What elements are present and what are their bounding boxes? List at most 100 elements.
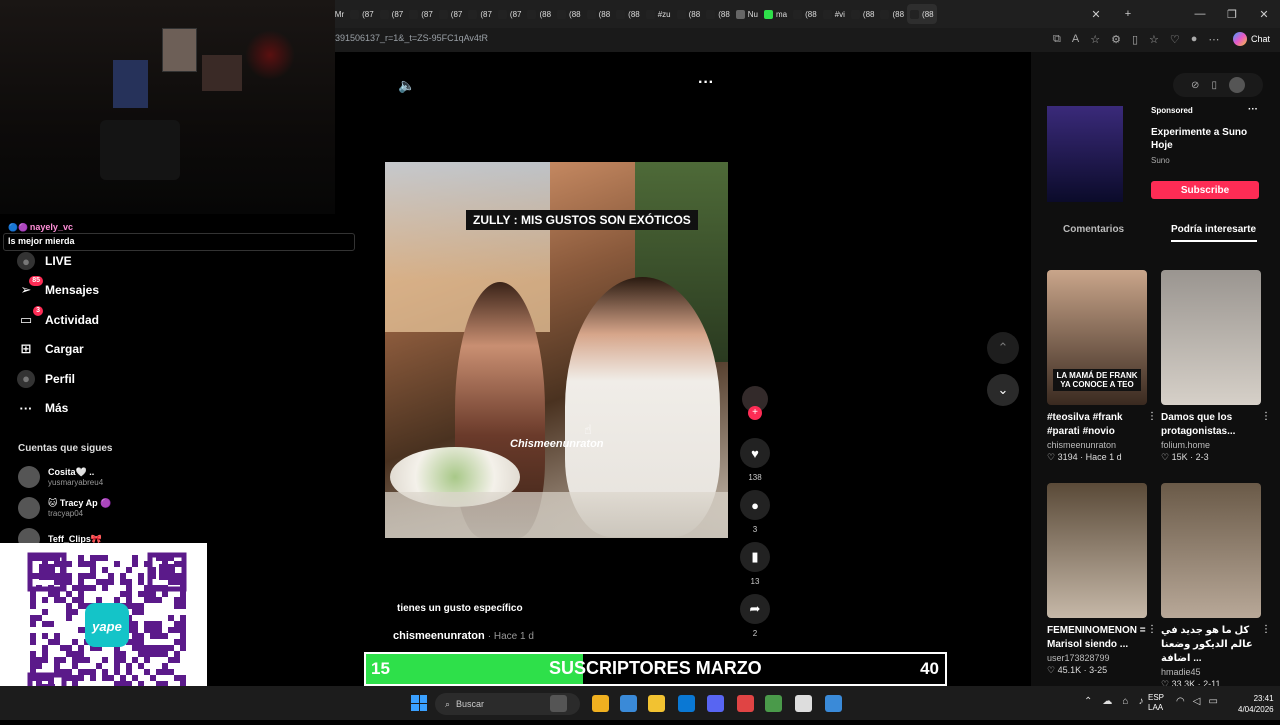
menu-dots-icon[interactable]: ⋯ [1208,33,1219,46]
tab-comments[interactable]: Comentarios [1063,224,1124,235]
browser-tab[interactable]: Nu [733,4,761,24]
action-share[interactable]: ➦ 2 [739,594,771,638]
card-more-icon[interactable]: ⋮ [1147,624,1157,652]
sidebar-item-actividad[interactable]: ▭ 3 Actividad [17,305,99,329]
next-video-button[interactable]: ⌄ [987,374,1019,406]
browser-tab[interactable]: (88 [877,4,907,24]
card-thumbnail[interactable] [1161,483,1261,618]
followed-account[interactable]: 🐱 Tracy Ap 🟣 tracyap04 [18,497,111,519]
browser-tab[interactable]: (87 [347,4,377,24]
browser-tab[interactable]: (87 [406,4,436,24]
copilot-app-icon[interactable] [648,695,665,712]
follow-plus-icon[interactable]: + [748,406,762,420]
previous-video-button[interactable]: ⌃ [987,332,1019,364]
close-window-button[interactable]: ✕ [1248,8,1280,21]
tf-app-icon[interactable] [765,695,782,712]
volume-tray-icon[interactable]: ◁ [1193,696,1201,707]
sidebar-item-más[interactable]: ··· Más [17,399,69,417]
card-more-icon[interactable]: ⋮ [1147,411,1157,439]
user-avatar[interactable] [1228,77,1245,93]
browser-tab[interactable]: (87 [436,4,466,24]
browser-tab[interactable]: (88 [907,4,937,24]
browser-tab[interactable]: ma [761,4,790,24]
subscribe-button[interactable]: Subscribe [1151,181,1259,199]
ad-more-icon[interactable]: ··· [1248,104,1258,115]
video-author[interactable]: chismeenunraton · Hace 1 d [393,630,534,642]
split-icon[interactable]: ▯ [1132,33,1138,46]
browser-tab[interactable]: (87 [495,4,525,24]
comment-icon[interactable]: ● [740,490,770,520]
recommended-video-card[interactable]: كل ما هو جديد في عالم الديكور وضعنا اضاف… [1161,483,1271,690]
chatgpt-icon[interactable] [825,695,842,712]
card-more-icon[interactable]: ⋮ [1261,411,1271,439]
browser-tab[interactable]: (88 [584,4,614,24]
card-title[interactable]: #teosilva #frank #parati #novio [1047,411,1147,439]
card-username[interactable]: folium.home [1161,440,1271,450]
maximize-button[interactable]: ❐ [1216,8,1248,21]
character-icon[interactable] [550,695,567,712]
microphone-icon[interactable]: ♪ [1138,696,1143,707]
card-username[interactable]: hmadie45 [1161,667,1271,677]
share-icon[interactable]: ➦ [740,594,770,624]
new-tab-button[interactable]: + [1112,8,1144,20]
browser-tab[interactable]: #vi [820,4,848,24]
browser-tab[interactable]: #zu [643,4,674,24]
card-thumbnail[interactable]: LA MAMÁ DE FRANK YA CONOCE A TEO [1047,270,1147,405]
task-view-icon[interactable] [592,695,609,712]
favorite-star-icon[interactable]: ☆ [1090,33,1100,46]
translate-icon[interactable]: A [1072,33,1079,46]
minimize-button[interactable]: — [1184,8,1216,20]
card-title[interactable]: كل ما هو جديد في عالم الديكور وضعنا اضاف… [1161,624,1261,666]
sidebar-item-live[interactable]: ● LIVE [17,252,72,270]
browser-tab[interactable]: (88 [703,4,733,24]
action-comment[interactable]: ● 3 [739,490,771,534]
open-external-icon[interactable]: ⧉ [1053,33,1061,46]
language-indicator[interactable]: ESP LAA [1148,693,1164,713]
file-explorer-icon[interactable] [678,695,695,712]
recommended-video-card[interactable]: FEMENINOMENON = Marisol siendo ... ⋮ user1… [1047,483,1157,676]
edge-icon[interactable] [707,695,724,712]
network-icon[interactable]: ⌂ [1122,696,1128,707]
video-more-icon[interactable]: ··· [698,74,714,92]
phone-icon[interactable]: ▯ [1211,80,1217,91]
card-title[interactable]: FEMENINOMENON = Marisol siendo ... [1047,624,1147,652]
author-name[interactable]: chismeenunraton [393,630,485,642]
sidebar-item-cargar[interactable]: ⊞ Cargar [17,340,84,358]
discord-icon[interactable] [737,695,754,712]
browser-tab[interactable]: (88 [554,4,584,24]
copilot-button[interactable]: Chat [1233,32,1270,46]
card-title[interactable]: Damos que los protagonistas... [1161,411,1261,439]
action-bookmark[interactable]: ▮ 13 [739,542,771,586]
extensions-icon[interactable]: ⚙ [1111,33,1121,46]
author-avatar-button[interactable]: + [739,386,771,420]
xbox-icon[interactable] [795,695,812,712]
compass-icon[interactable]: ⊘ [1191,80,1199,91]
browser-tab[interactable]: (88 [674,4,704,24]
recommended-video-card[interactable]: Damos que los protagonistas... ⋮ folium.ho… [1161,270,1271,463]
wallet-icon[interactable]: ♡ [1170,33,1180,46]
volume-icon[interactable]: 🔈 [398,77,415,94]
action-heart[interactable]: ♥ 138 [739,438,771,482]
recommended-video-card[interactable]: LA MAMÁ DE FRANK YA CONOCE A TEO #teosilv… [1047,270,1157,463]
browser-tab[interactable]: (88 [524,4,554,24]
card-more-icon[interactable]: ⋮ [1261,624,1271,666]
profile-avatar-icon[interactable]: ● [1191,33,1198,46]
taskbar-clock[interactable]: 23:41 4/04/2026 [1238,693,1274,715]
browser-tab[interactable]: (87 [377,4,407,24]
store-icon[interactable] [620,695,637,712]
url-text[interactable]: 391506137_r=1&_t=ZS-95FC1qAv4tR [335,33,488,43]
collections-icon[interactable]: ☆ [1149,33,1159,46]
start-button[interactable] [411,695,427,711]
sidebar-item-perfil[interactable]: ● Perfil [17,369,75,388]
onedrive-icon[interactable]: ☁ [1102,696,1112,707]
sidebar-item-mensajes[interactable]: ➢ 85 Mensajes [17,276,99,299]
tab-recommended[interactable]: Podría interesarte [1171,224,1256,235]
ad-thumbnail[interactable] [1047,106,1123,202]
browser-tab[interactable]: (88 [790,4,820,24]
tray-chevron-icon[interactable]: ⌃ [1084,696,1092,707]
close-tab-icon[interactable]: ✕ [1080,8,1112,21]
wifi-icon[interactable]: ◠ [1176,696,1185,707]
card-thumbnail[interactable] [1047,483,1147,618]
card-username[interactable]: chismeenunraton [1047,440,1157,450]
card-thumbnail[interactable] [1161,270,1261,405]
